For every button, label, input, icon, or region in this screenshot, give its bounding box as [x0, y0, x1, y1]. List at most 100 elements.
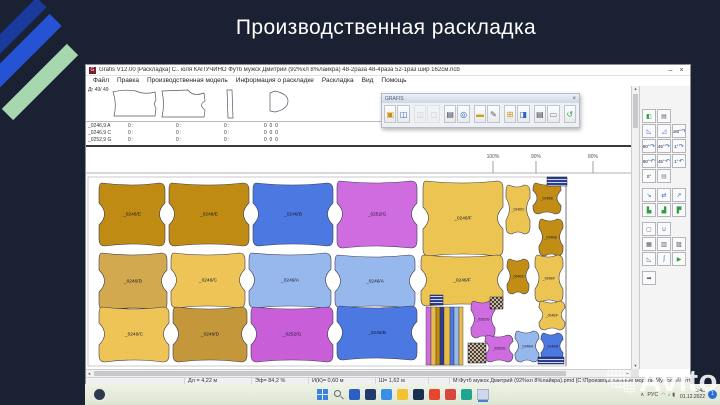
grafis-floating-toolbar: GRAFIS × ▣ ◫ ◫ ◻ ▤ ◎ ▬ ✎ ⊞ ◨ ▤ ▭ ↺ — [381, 93, 580, 128]
marker-strip-piece[interactable] — [449, 306, 455, 366]
piece-count: 0 : — [224, 130, 230, 136]
watermark: Avito — [606, 363, 718, 399]
grafis-toolbar-titlebar[interactable]: GRAFIS × — [382, 94, 579, 103]
taskbar-icon-file-explorer[interactable] — [396, 389, 408, 400]
marker-strip-piece[interactable] — [439, 306, 445, 366]
horizontal-scroll-thumb[interactable] — [94, 371, 566, 376]
menu-item[interactable]: Вид — [358, 76, 378, 86]
taskbar-icon-app-4[interactable] — [412, 389, 424, 400]
taskbar-left-app-icon[interactable] — [92, 387, 107, 402]
tool-button-flip-h[interactable]: ◺ — [642, 124, 656, 138]
marker-hatched-piece[interactable] — [546, 176, 568, 187]
toolbar-button-layouts[interactable]: ⊞ — [503, 105, 517, 123]
toolbar-button-pin[interactable]: ✎ — [487, 105, 500, 123]
tool-button-fabric-lines[interactable]: ▥ — [657, 237, 671, 251]
tool-button-cut-tool[interactable]: ◺ — [642, 252, 656, 266]
windows-start-icon[interactable] — [316, 389, 328, 400]
taskbar-icon-grafis-app[interactable] — [476, 389, 489, 402]
tool-button-fabric-hatch[interactable]: ▨ — [672, 237, 686, 251]
tool-button-move-swap[interactable]: ⇄ — [657, 188, 671, 202]
tool-button-seam-tool[interactable]: ʃ — [657, 252, 671, 266]
toolbar-button-save-as[interactable]: ◫ — [413, 105, 427, 123]
tool-button-exit[interactable]: ➡ — [642, 271, 656, 285]
tool-label: 90° — [642, 143, 650, 149]
taskbar-icon-app-2[interactable] — [364, 389, 376, 400]
scroll-left-icon[interactable]: ◄ — [87, 371, 91, 376]
marker-strip-piece[interactable] — [458, 306, 464, 366]
marker-strip-piece[interactable] — [435, 306, 441, 366]
tool-button-align-top[interactable]: ▛ — [672, 203, 686, 217]
marker-piece-label: _0246/A — [365, 279, 385, 285]
marker-piece-label: _0246/E — [199, 212, 218, 218]
vertical-scrollbar[interactable]: ▲ ▼ — [631, 86, 639, 369]
marker-hatched-piece[interactable] — [429, 294, 444, 306]
tool-button-rotate-cw-1[interactable]: 1° ↷ — [672, 139, 686, 153]
toolbar-button-undo[interactable]: ↺ — [563, 105, 577, 123]
preview-row: _0252,9 G 0 : 0 : 0 : 0 0 0 — [86, 137, 631, 144]
marker-strip-piece[interactable] — [430, 306, 437, 366]
tool-button-curve-tool[interactable]: ∪ — [657, 222, 671, 236]
tool-button-rotate-cw-90[interactable]: 90° ↷ — [642, 139, 656, 153]
menu-item[interactable]: Производственная модель — [143, 76, 232, 86]
toolbar-button-measure[interactable]: ▬ — [473, 105, 487, 123]
toolbar-button-save-all[interactable]: ◻ — [427, 105, 440, 123]
tool-button-align-left[interactable]: ▙ — [642, 203, 656, 217]
toolbar-button-zoom[interactable]: ◎ — [457, 105, 470, 123]
rotate-arrow-icon: ↷ — [681, 128, 686, 135]
taskbar-icon-app-5[interactable] — [428, 389, 440, 400]
marker-strip-piece[interactable] — [443, 306, 451, 366]
piece-count: 0 : — [128, 123, 134, 129]
tool-button-piece-stack[interactable]: ▤ — [657, 109, 671, 123]
toolbar-button-print-marker[interactable]: ▤ — [533, 105, 547, 123]
tool-button-rotate-ccw-45[interactable]: 45° ↶ — [657, 154, 671, 168]
search-icon[interactable] — [333, 389, 344, 400]
tool-row: ▦ ▥ ▨ — [642, 237, 688, 251]
toolbar-button-plot[interactable]: ▭ — [547, 105, 560, 123]
horizontal-scrollbar[interactable]: ◄ ► — [86, 369, 631, 377]
tool-button-fabric-grid[interactable]: ▦ — [642, 237, 656, 251]
close-button[interactable]: × — [676, 66, 687, 75]
minimize-button[interactable]: – — [665, 66, 676, 75]
scroll-up-icon[interactable]: ▲ — [632, 86, 639, 92]
tool-button-rotate-ccw-1[interactable]: 1° ↶ — [672, 154, 686, 168]
vertical-scroll-thumb[interactable] — [633, 94, 638, 128]
taskbar-icon-app-6[interactable] — [444, 389, 456, 400]
tool-button-flip-v[interactable]: ◿ — [657, 124, 671, 138]
tool-button-pieces-list[interactable]: ▤ — [657, 169, 671, 183]
marker-hatched-piece[interactable] — [489, 296, 504, 310]
grafis-toolbar-close-icon[interactable]: × — [572, 96, 576, 102]
menu-item[interactable]: Раскладка — [318, 76, 358, 86]
tool-button-move-in-down[interactable]: ↘ — [642, 188, 656, 202]
tool-row: ➡ — [642, 271, 688, 285]
toolbar-button-save[interactable]: ◫ — [397, 105, 410, 123]
menu-item[interactable]: Информация о раскладке — [232, 76, 318, 86]
taskbar-icon-app-3[interactable] — [380, 389, 392, 400]
menu-item[interactable]: Помощь — [377, 76, 410, 86]
tool-button-rotate-0[interactable]: 0° — [642, 169, 656, 183]
tool-button-rotate-cw-45[interactable]: 45° ↷ — [657, 139, 671, 153]
tool-button-align-bottom[interactable]: ▟ — [657, 203, 671, 217]
tool-button-run-tool[interactable]: ▶ — [672, 252, 686, 266]
marker-hatched-piece[interactable] — [467, 342, 487, 364]
tool-button-piece-place[interactable]: ◧ — [642, 109, 656, 123]
marker-hatched-piece[interactable] — [537, 356, 565, 365]
toolbar-button-print[interactable]: ▤ — [443, 105, 457, 123]
taskbar-icon-app-7[interactable] — [460, 389, 472, 400]
marker-canvas[interactable]: 100% 90% 80% _0246/E _0246/E _0246/B _0252/G _0… — [86, 147, 631, 369]
tool-label: 1° — [674, 158, 679, 164]
menu-item[interactable]: Файл — [89, 76, 113, 86]
window-titlebar[interactable]: G Grafis V12.00 [Раскладка] С.. юля КАПУ… — [86, 65, 690, 76]
ruler-tick-label: 80% — [588, 154, 599, 160]
piece-count: 0 : — [176, 130, 182, 136]
tool-button-rotate-ccw-90[interactable]: 90° ↶ — [642, 154, 656, 168]
tool-button-outline-tool[interactable]: ▢ — [642, 222, 656, 236]
toolbar-button-report[interactable]: ◨ — [517, 105, 530, 123]
taskbar-icon-app-1[interactable] — [348, 389, 360, 400]
marker-strip-piece[interactable] — [453, 306, 460, 366]
tool-button-move-in-up[interactable]: ↗ — [672, 188, 686, 202]
tool-row: ◧ ▤ — [642, 109, 688, 123]
marker-strip-piece[interactable] — [425, 306, 432, 366]
toolbar-button-open[interactable]: ▣ — [384, 105, 397, 123]
menu-item[interactable]: Правка — [113, 76, 143, 86]
tool-button-rotate-180[interactable]: 180° ↷ — [672, 124, 686, 138]
